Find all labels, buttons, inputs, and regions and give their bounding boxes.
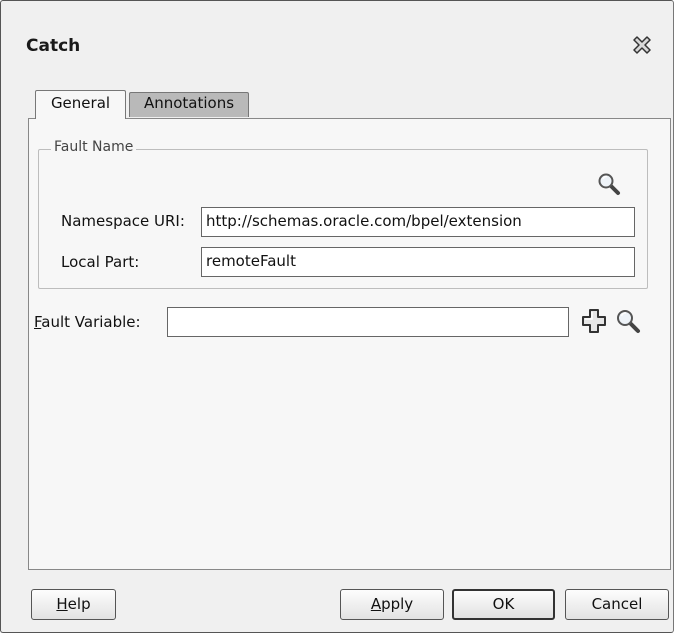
tab-annotations[interactable]: Annotations xyxy=(129,92,249,117)
local-part-field[interactable]: remoteFault xyxy=(201,247,635,277)
namespace-uri-field[interactable]: http://schemas.oracle.com/bpel/extension xyxy=(201,207,635,237)
fault-name-search-icon[interactable] xyxy=(597,172,621,196)
fault-variable-label: Fault Variable: xyxy=(34,313,141,331)
help-mnemonic: H xyxy=(56,595,68,613)
ok-button[interactable]: OK xyxy=(452,589,555,620)
apply-mnemonic: A xyxy=(370,595,382,613)
help-label: elp xyxy=(67,595,91,613)
add-variable-icon[interactable] xyxy=(581,308,607,334)
help-button[interactable]: Help xyxy=(31,589,116,620)
namespace-uri-label: Namespace URI: xyxy=(61,212,185,230)
fault-variable-search-icon[interactable] xyxy=(615,308,641,334)
cancel-button[interactable]: Cancel xyxy=(565,589,669,620)
dialog-title: Catch xyxy=(26,36,81,56)
catch-dialog: Catch General Annotations Fault Name Nam… xyxy=(0,0,674,633)
local-part-label: Local Part: xyxy=(61,253,140,271)
tab-general[interactable]: General xyxy=(35,90,126,119)
apply-label: pply xyxy=(381,595,414,613)
fault-variable-label-text: ault Variable: xyxy=(41,313,141,331)
close-icon[interactable] xyxy=(631,34,653,56)
fault-name-legend: Fault Name xyxy=(51,139,137,155)
fault-variable-field[interactable] xyxy=(167,307,569,337)
apply-button[interactable]: Apply xyxy=(340,589,444,620)
